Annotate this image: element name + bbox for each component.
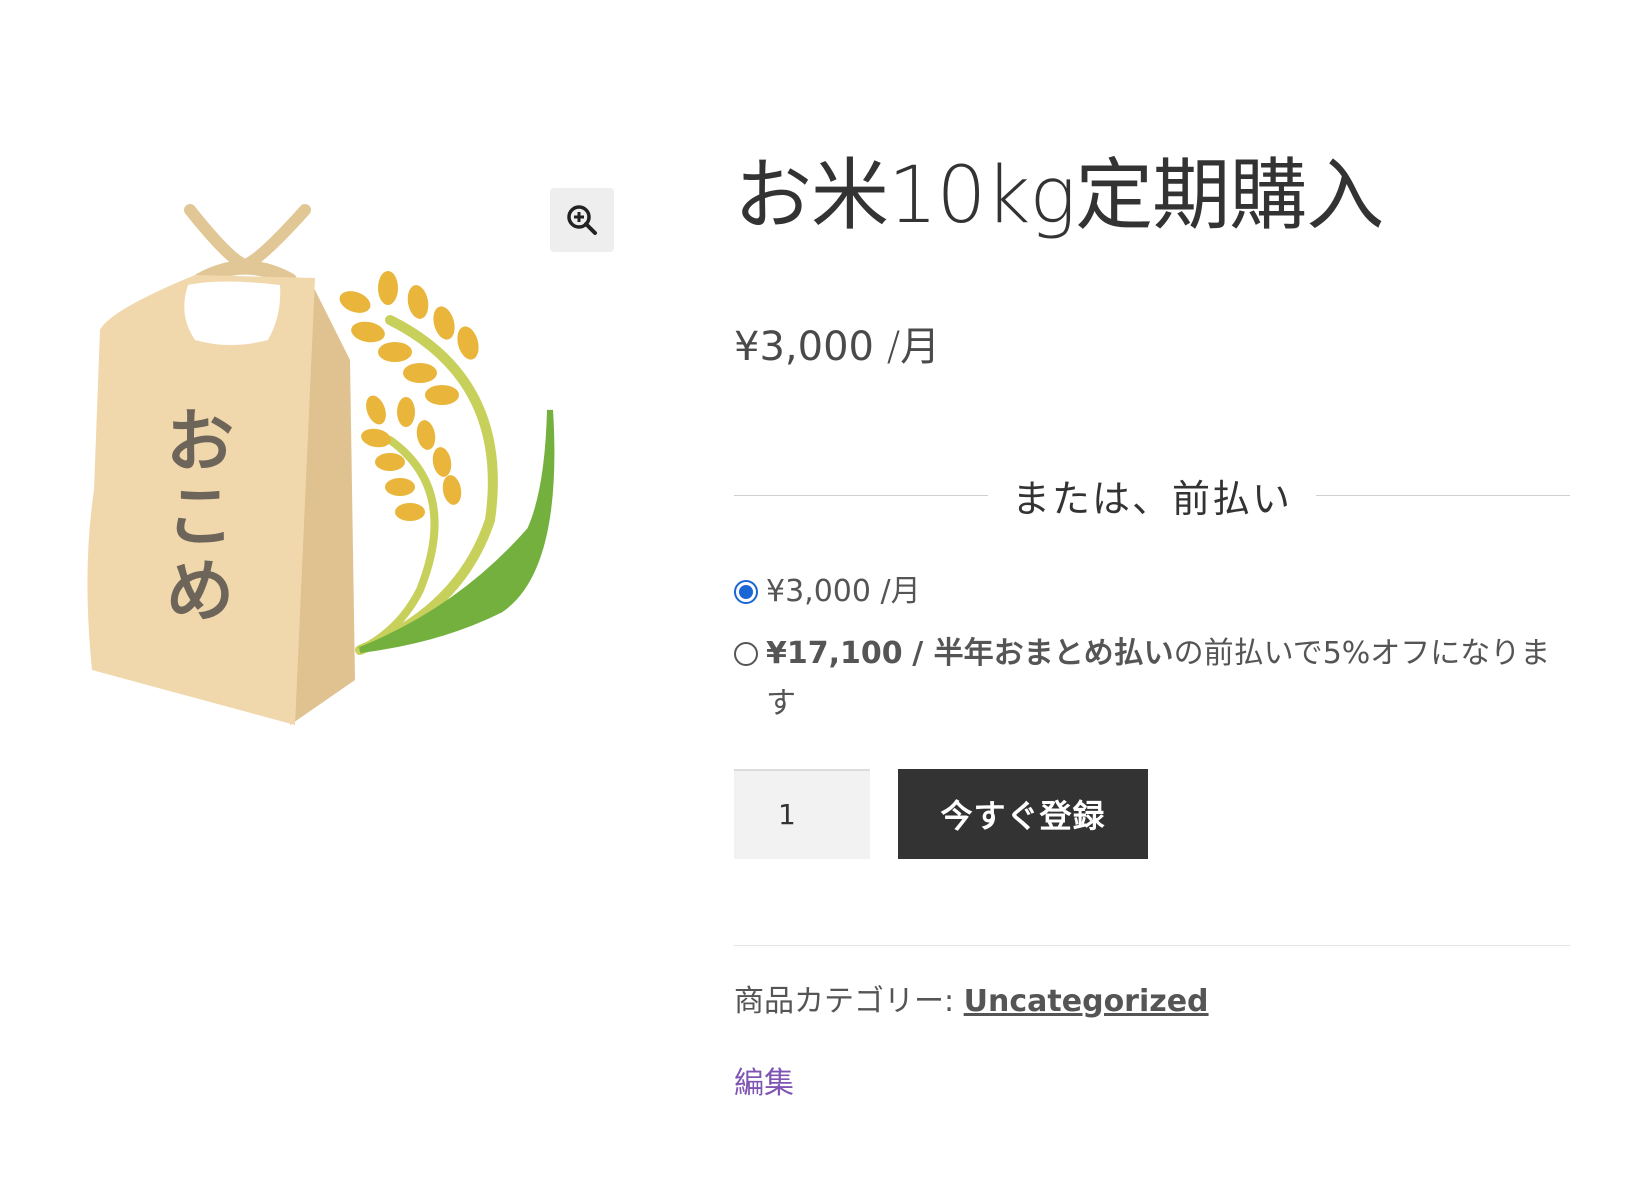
option-monthly-label: ¥3,000 /月 xyxy=(766,567,921,617)
purchase-option-monthly[interactable]: ¥3,000 /月 xyxy=(734,567,1570,617)
purchase-options: ¥3,000 /月 ¥17,100 / 半年おまとめ払いの前払いで5%オフになり… xyxy=(734,567,1570,729)
meta-divider xyxy=(734,944,1570,946)
product-summary: お米10kg定期購入 ¥3,000 /月 または、前払い ¥3,000 /月 ¥… xyxy=(734,150,1571,1102)
quantity-input[interactable] xyxy=(734,768,870,859)
option-monthly-period: /月 xyxy=(880,573,921,609)
option-monthly-price: ¥3,000 xyxy=(766,573,871,609)
product-title: お米10kg定期購入 xyxy=(734,151,1384,241)
rice-bag-illustration: お こ め xyxy=(87,204,555,725)
category-label: 商品カテゴリー: xyxy=(734,983,955,1019)
divider-line-left xyxy=(734,494,988,496)
divider-line-right xyxy=(1316,494,1571,496)
prepay-divider-text: または、前払い xyxy=(1012,476,1293,521)
zoom-button[interactable] xyxy=(550,188,614,252)
product-image[interactable]: お こ め xyxy=(80,190,620,770)
product-meta: 商品カテゴリー: Uncategorized xyxy=(734,976,1570,1020)
price-period: /月 xyxy=(886,323,941,370)
option-prepay-price: ¥17,100 xyxy=(766,635,903,671)
purchase-option-prepay[interactable]: ¥17,100 / 半年おまとめ払いの前払いで5%オフになります xyxy=(734,629,1570,729)
product-price: ¥3,000 /月 xyxy=(734,314,1570,372)
category-link[interactable]: Uncategorized xyxy=(964,984,1209,1019)
bag-label-o: お xyxy=(166,402,234,482)
option-prepay-period: / 半年おまとめ払い xyxy=(912,635,1174,671)
magnifier-plus-icon xyxy=(567,205,597,235)
edit-link[interactable]: 編集 xyxy=(734,1058,794,1102)
subscribe-button[interactable]: 今すぐ登録 xyxy=(898,768,1148,859)
bag-label-me: め xyxy=(166,552,234,632)
bag-label-ko: こ xyxy=(166,477,234,557)
radio-prepay[interactable] xyxy=(734,641,758,666)
option-prepay-label: ¥17,100 / 半年おまとめ払いの前払いで5%オフになります xyxy=(766,629,1570,729)
add-to-cart-form: 今すぐ登録 xyxy=(734,768,1570,859)
radio-monthly[interactable] xyxy=(734,579,758,604)
prepay-divider: または、前払い xyxy=(734,468,1571,523)
price-amount: ¥3,000 xyxy=(734,323,874,370)
